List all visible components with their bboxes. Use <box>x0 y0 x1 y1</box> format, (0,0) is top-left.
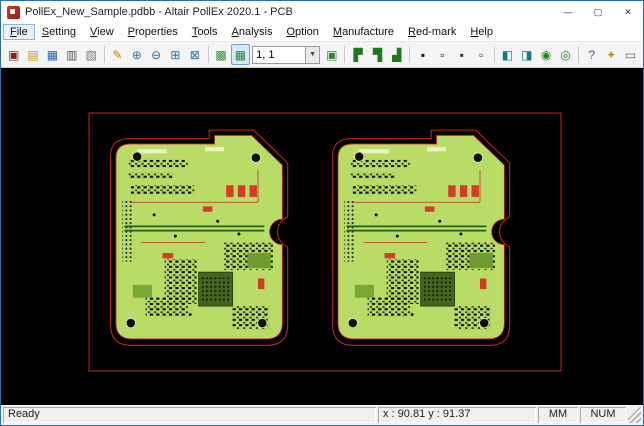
status-coordinates: x : 90.81 y : 91.37 <box>378 407 536 423</box>
layer-top-button[interactable]: ▛ <box>348 44 367 65</box>
pcb-board-1[interactable] <box>111 130 288 345</box>
zoom-window-button[interactable]: ⊞ <box>166 44 185 65</box>
print-button[interactable]: ▥ <box>62 44 81 65</box>
statusbar: Ready x : 90.81 y : 91.37 MM NUM <box>1 405 643 425</box>
toolbar-separator <box>578 46 579 63</box>
app-window: PollEx_New_Sample.pdbb - Altair PollEx 2… <box>0 0 644 426</box>
menu-option[interactable]: Option <box>279 24 325 40</box>
pcb-canvas[interactable] <box>1 68 643 405</box>
layer-inner-icon: ▜ <box>373 49 382 61</box>
pencil-button[interactable]: ✎ <box>108 44 127 65</box>
pcb-view <box>1 68 643 405</box>
board-view-icon: ▦ <box>235 49 246 61</box>
menu-file[interactable]: File <box>3 24 35 40</box>
via-icon: ◨ <box>521 49 532 61</box>
component-button[interactable]: ◎ <box>556 44 575 65</box>
layer-bottom-button[interactable]: ▟ <box>387 44 406 65</box>
menubar: FileSettingViewPropertiesToolsAnalysisOp… <box>1 23 643 42</box>
status-units: MM <box>538 407 578 423</box>
open-icon: ▤ <box>27 49 38 61</box>
menu-manufacture[interactable]: Manufacture <box>326 24 401 40</box>
save-button[interactable]: ▦ <box>43 44 62 65</box>
window-title: PollEx_New_Sample.pdbb - Altair PollEx 2… <box>25 6 553 18</box>
origin-combo-value[interactable] <box>253 47 305 63</box>
zoom-fit-button[interactable]: ⊠ <box>185 44 204 65</box>
layer-inner-button[interactable]: ▜ <box>368 44 387 65</box>
via-button[interactable]: ◨ <box>517 44 536 65</box>
menu-properties[interactable]: Properties <box>121 24 185 40</box>
drc-button[interactable]: ◉ <box>536 44 555 65</box>
menu-analysis[interactable]: Analysis <box>225 24 280 40</box>
zoom-fit-icon: ⊠ <box>190 49 200 61</box>
board-view-button[interactable]: ▦ <box>231 44 250 65</box>
menu-tools[interactable]: Tools <box>185 24 225 40</box>
net-icon: ◧ <box>502 49 513 61</box>
print-preview-icon: ▧ <box>85 49 96 61</box>
tip-icon: ✦ <box>606 49 616 61</box>
print-icon: ▥ <box>66 49 77 61</box>
minimize-button[interactable]: — <box>553 1 583 23</box>
overlay-icon: ▣ <box>326 49 337 61</box>
maximize-button[interactable]: ▢ <box>583 1 613 23</box>
silk-top-icon: ▪ <box>421 49 425 61</box>
print-preview-button[interactable]: ▧ <box>81 44 100 65</box>
silk-bottom-button[interactable]: ▫ <box>433 44 452 65</box>
status-numlock: NUM <box>580 407 626 423</box>
pencil-icon: ✎ <box>112 49 122 61</box>
zoom-in-button[interactable]: ⊕ <box>127 44 146 65</box>
help-icon: ? <box>588 49 595 61</box>
tip-button[interactable]: ✦ <box>601 44 620 65</box>
pad-top-button[interactable]: ▪ <box>452 44 471 65</box>
grid-button[interactable]: ▩ <box>211 44 230 65</box>
toolbar-separator <box>208 46 209 63</box>
save-icon: ▦ <box>47 49 58 61</box>
status-ready: Ready <box>3 407 376 423</box>
toolbar-separator <box>409 46 410 63</box>
net-button[interactable]: ◧ <box>498 44 517 65</box>
toolbar-separator <box>344 46 345 63</box>
toolbar: ▣ ▤ ▦ ▥ ▧ ✎ ⊕ ⊖ ⊞ ⊠ ▩ ▦ ▼ ▣ ▛ ▜ ▟ ▪ ▫ ▪ ▫ ◧ ◨ ◉ ◎? ✦ ▭ <box>1 42 643 68</box>
component-icon: ◎ <box>560 49 570 61</box>
help-button[interactable]: ? <box>582 44 601 65</box>
resize-grip[interactable] <box>628 407 641 423</box>
zoom-window-icon: ⊞ <box>170 49 180 61</box>
app-icon <box>7 6 20 19</box>
open-button[interactable]: ▤ <box>23 44 42 65</box>
origin-combo[interactable]: ▼ <box>252 46 320 64</box>
grid-icon: ▩ <box>215 49 226 61</box>
pcb-board-2[interactable] <box>333 130 510 345</box>
menu-setting[interactable]: Setting <box>35 24 83 40</box>
menu-help[interactable]: Help <box>463 24 500 40</box>
chevron-down-icon[interactable]: ▼ <box>305 47 319 63</box>
close-button[interactable]: ✕ <box>613 1 643 23</box>
zoom-in-icon: ⊕ <box>132 49 142 61</box>
titlebar: PollEx_New_Sample.pdbb - Altair PollEx 2… <box>1 1 643 23</box>
zoom-out-button[interactable]: ⊖ <box>146 44 165 65</box>
layer-bottom-icon: ▟ <box>392 49 401 61</box>
zoom-out-icon: ⊖ <box>151 49 161 61</box>
canvas-background <box>1 68 643 405</box>
silk-bottom-icon: ▫ <box>440 49 444 61</box>
app-logo-button[interactable]: ▣ <box>4 44 23 65</box>
toolbar-separator <box>494 46 495 63</box>
overlay-button[interactable]: ▣ <box>322 44 341 65</box>
menu-view[interactable]: View <box>83 24 121 40</box>
measure-button[interactable]: ▭ <box>621 44 640 65</box>
pad-bottom-button[interactable]: ▫ <box>471 44 490 65</box>
measure-icon: ▭ <box>625 49 636 61</box>
silk-top-button[interactable]: ▪ <box>413 44 432 65</box>
menu-red-mark[interactable]: Red-mark <box>401 24 463 40</box>
pad-bottom-icon: ▫ <box>479 49 483 61</box>
pad-top-icon: ▪ <box>460 49 464 61</box>
app-logo-icon: ▣ <box>8 49 19 61</box>
toolbar-separator <box>104 46 105 63</box>
layer-top-icon: ▛ <box>353 49 362 61</box>
drc-icon: ◉ <box>541 49 551 61</box>
window-controls: — ▢ ✕ <box>553 1 643 23</box>
